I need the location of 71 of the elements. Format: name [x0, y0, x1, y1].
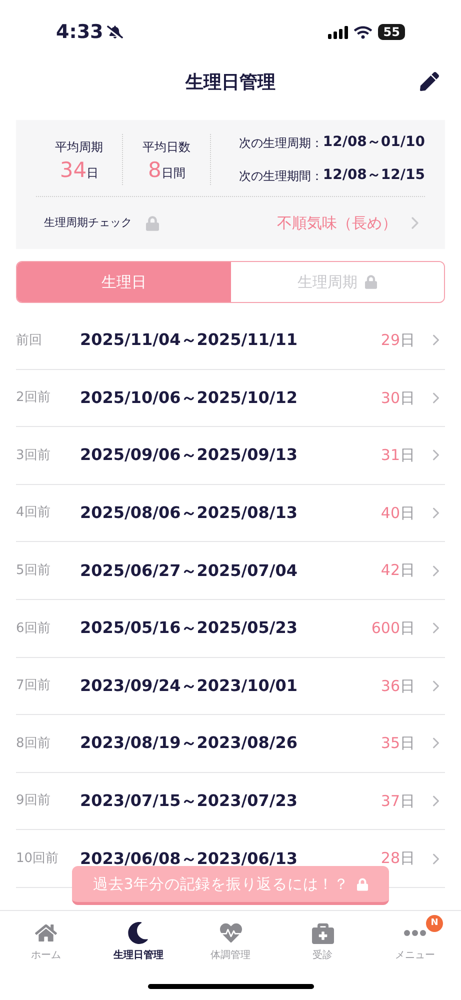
nav-tab[interactable]: 受診	[276, 911, 369, 973]
period-label: 8回前	[16, 734, 52, 753]
period-label: 2回前	[16, 389, 52, 408]
stat-unit: 日	[86, 166, 99, 178]
status-time: 4:33	[56, 20, 104, 45]
heartbeat-icon	[220, 922, 242, 944]
period-label: 3回前	[16, 446, 52, 465]
nav-tab[interactable]: N メニュー	[368, 911, 461, 973]
stat-value: 34	[60, 160, 87, 180]
cycle-days-unit: 日	[400, 790, 415, 812]
cycle-days: 29	[380, 329, 400, 352]
period-dates: 2023/09/24～2023/10/01	[80, 674, 298, 697]
nav-tab[interactable]: ホーム	[0, 911, 92, 973]
next-period-label: 次の生理周期：	[238, 134, 323, 152]
cycle-days: 31	[380, 444, 400, 467]
cycle-days: 600	[371, 617, 400, 640]
next-period-label: 次の生理期間：	[238, 168, 323, 184]
cycle-days: 42	[380, 559, 400, 582]
wifi-icon	[354, 24, 372, 40]
signal-icon	[328, 26, 348, 38]
cycle-days-unit: 日	[400, 848, 415, 870]
cycle-days-unit: 日	[400, 330, 415, 352]
stat-value: 8	[148, 160, 162, 180]
period-dates: 2025/11/04～2025/11/11	[80, 329, 298, 352]
period-dates: 2025/08/06～2025/08/13	[80, 502, 298, 524]
cycle-days-unit: 日	[400, 445, 415, 466]
notification-badge: N	[426, 915, 444, 932]
more-icon	[404, 930, 426, 936]
period-dates: 2025/10/06～2025/10/12	[80, 386, 298, 409]
cycle-check-label: 生理周期チェック	[44, 214, 132, 231]
period-label: 9回前	[16, 792, 52, 810]
period-label: 前回	[16, 332, 43, 350]
period-dates: 2023/08/19～2023/08/26	[80, 732, 298, 754]
period-label: 10回前	[16, 850, 60, 868]
cycle-days: 35	[380, 732, 400, 755]
cycle-days: 30	[380, 386, 400, 410]
cycle-days: 40	[380, 502, 400, 524]
home-icon	[35, 922, 58, 944]
nav-tab[interactable]: 生理日管理	[92, 911, 184, 973]
cycle-days-unit: 日	[400, 733, 415, 754]
next-period-value: 12/08～12/15	[322, 166, 425, 185]
edit-button[interactable]	[418, 70, 441, 93]
promo-button[interactable]: 過去3年分の記録を振り返るには！？	[72, 866, 389, 905]
stat-unit: 日間	[161, 166, 186, 178]
period-dates: 2025/06/27～2025/07/04	[80, 560, 298, 582]
period-label: 4回前	[16, 504, 52, 522]
period-label: 5回前	[16, 562, 52, 580]
cycle-days-unit: 日	[400, 502, 415, 524]
pencil-icon	[420, 72, 439, 91]
cycle-days-unit: 日	[400, 560, 415, 582]
moon-icon	[127, 922, 150, 944]
battery-indicator: 55	[378, 24, 405, 40]
cycle-days: 36	[380, 674, 400, 698]
tab[interactable]: 生理日	[17, 262, 230, 302]
period-label: 6回前	[16, 620, 52, 638]
stat-label: 平均日数	[142, 138, 191, 156]
next-period-value: 12/08～01/10	[322, 133, 425, 152]
cycle-days-unit: 日	[400, 388, 415, 409]
cycle-days-unit: 日	[400, 618, 415, 640]
period-dates: 2025/05/16～2025/05/23	[80, 617, 298, 640]
period-dates: 2025/09/06～2025/09/13	[80, 444, 298, 466]
cycle-days-unit: 日	[400, 676, 415, 697]
medical-kit-icon	[312, 922, 334, 944]
period-dates: 2023/07/15～2023/07/23	[80, 790, 298, 812]
page-title: 生理日管理	[186, 70, 276, 94]
cycle-check-result: 不順気味（長め）	[277, 212, 397, 234]
cycle-days: 37	[380, 790, 400, 812]
nav-tab[interactable]: 体調管理	[184, 911, 277, 973]
stat-label: 平均周期	[55, 138, 104, 156]
lock-icon	[365, 275, 378, 289]
period-label: 7回前	[16, 677, 52, 696]
